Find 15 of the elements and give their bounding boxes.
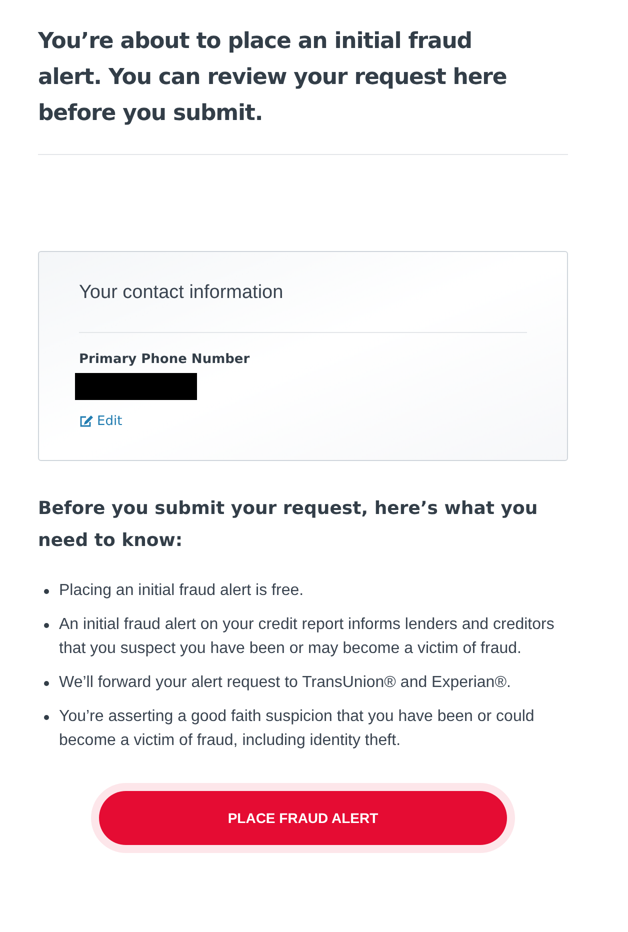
notice-item: You’re asserting a good faith suspicion that you have been or could become a victim of fraud, including identity theft. <box>59 707 536 751</box>
edit-icon <box>79 415 93 428</box>
notice-item: We’ll forward your alert request to TransUnion® and Experian®. <box>59 673 511 693</box>
notice-item: Placing an initial fraud alert is free. <box>59 581 304 601</box>
notice-heading: Before you submit your request, here’s what you need to know: <box>38 497 539 553</box>
bullet-icon <box>44 681 49 686</box>
bullet-icon <box>44 623 49 628</box>
place-fraud-alert-button[interactable]: PLACE FRAUD ALERT <box>99 791 507 845</box>
card-title: Your contact information <box>79 281 284 305</box>
field-label: Primary Phone Number <box>79 351 251 369</box>
edit-link[interactable]: Edit <box>79 412 122 432</box>
bullet-icon <box>44 589 49 594</box>
notice-item: An initial fraud alert on your credit report informs lenders and creditors that you suspect you have been or may become a victim of fraud. <box>59 615 556 659</box>
page-heading: You’re about to place an initial fraud alert. You can review your request here before you submit. <box>38 28 508 128</box>
bullet-icon <box>44 715 49 720</box>
